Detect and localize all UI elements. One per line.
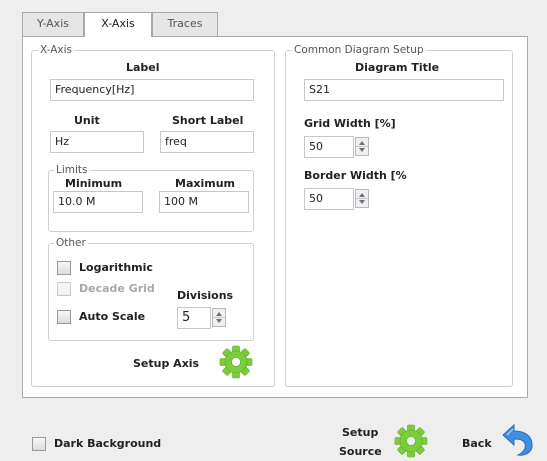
spin-up-icon[interactable] (359, 141, 365, 145)
tab-y-axis[interactable]: Y-Axis (22, 12, 84, 36)
other-group: Other Logarithmic Decade Grid Divisions … (48, 237, 254, 341)
spin-down-icon[interactable] (216, 319, 222, 323)
logarithmic-checkbox[interactable] (57, 261, 71, 275)
spinner-divider (356, 146, 368, 147)
diagram-title-input[interactable]: S21 (304, 79, 504, 101)
maximum-title: Maximum (175, 177, 235, 190)
divisions-spinner[interactable] (212, 308, 226, 327)
divisions-input[interactable]: 5 (177, 307, 211, 329)
auto-scale-label: Auto Scale (79, 310, 146, 323)
setup-source-label-line1: Setup (342, 426, 379, 439)
diagram-title-title: Diagram Title (355, 61, 440, 74)
border-width-spinner[interactable] (355, 189, 369, 208)
x-axis-group-title: X-Axis (38, 44, 75, 56)
x-axis-group: X-Axis Label Frequency[Hz] Unit Hz Short… (31, 44, 275, 387)
setup-axis-label: Setup Axis (133, 357, 200, 370)
spinner-divider (356, 198, 368, 199)
label-title: Label (126, 61, 160, 74)
maximum-input[interactable]: 100 M (159, 191, 249, 213)
decade-grid-label: Decade Grid (79, 282, 155, 295)
tab-panel: X-Axis Label Frequency[Hz] Unit Hz Short… (22, 36, 528, 398)
diagram-setup-group: Common Diagram Setup Diagram Title S21 G… (285, 44, 513, 387)
gear-icon[interactable] (394, 424, 428, 458)
back-label: Back (462, 437, 492, 450)
spin-up-icon[interactable] (216, 312, 222, 316)
unit-title: Unit (74, 114, 100, 127)
unit-input[interactable]: Hz (50, 131, 144, 153)
diagram-setup-group-title: Common Diagram Setup (292, 44, 426, 56)
grid-width-spinner[interactable] (355, 137, 369, 156)
tab-x-axis[interactable]: X-Axis (84, 12, 152, 37)
spin-down-icon[interactable] (359, 200, 365, 204)
short-label-title: Short Label (172, 114, 244, 127)
limits-group: Limits Minimum 10.0 M Maximum 100 M (48, 164, 254, 232)
limits-group-title: Limits (54, 164, 90, 176)
back-arrow-icon[interactable] (497, 423, 537, 457)
divisions-title: Divisions (177, 289, 234, 302)
setup-source-label-line2: Source (339, 445, 382, 458)
gear-icon[interactable] (219, 345, 253, 379)
label-input[interactable]: Frequency[Hz] (50, 79, 254, 101)
grid-width-input[interactable]: 50 (304, 136, 354, 158)
dark-background-checkbox[interactable] (32, 437, 46, 451)
spin-up-icon[interactable] (359, 193, 365, 197)
auto-scale-checkbox[interactable] (57, 310, 71, 324)
tab-traces[interactable]: Traces (152, 12, 218, 36)
tab-y-axis-label: Y-Axis (37, 17, 69, 30)
grid-width-title: Grid Width [%] (304, 117, 396, 130)
minimum-title: Minimum (65, 177, 123, 190)
border-width-input[interactable]: 50 (304, 188, 354, 210)
dark-background-label: Dark Background (54, 437, 162, 450)
spin-down-icon[interactable] (359, 148, 365, 152)
border-width-title: Border Width [% (304, 169, 407, 182)
tab-traces-label: Traces (167, 17, 203, 30)
decade-grid-checkbox[interactable] (57, 282, 71, 296)
spinner-divider (213, 317, 225, 318)
other-group-title: Other (54, 237, 88, 249)
tab-x-axis-label: X-Axis (101, 17, 135, 30)
minimum-input[interactable]: 10.0 M (53, 191, 143, 213)
logarithmic-label: Logarithmic (79, 261, 153, 274)
short-label-input[interactable]: freq (160, 131, 254, 153)
